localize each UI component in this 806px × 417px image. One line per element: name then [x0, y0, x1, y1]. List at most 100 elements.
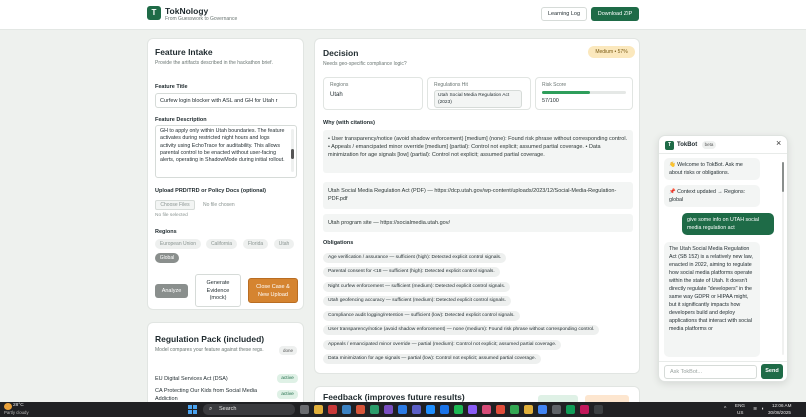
app-icon[interactable] [594, 405, 603, 414]
wifi-icon[interactable]: ≋ [753, 406, 757, 412]
obligation-chip: Utah geofencing accuracy — sufficient (m… [323, 296, 511, 306]
app-icon[interactable] [482, 405, 491, 414]
input-language[interactable]: ENG [735, 403, 745, 408]
chrome-icon[interactable] [510, 405, 519, 414]
app-icon[interactable] [566, 405, 575, 414]
app-icon[interactable] [342, 405, 351, 414]
textarea-scrollbar-thumb[interactable] [291, 149, 294, 159]
why-text: • User transparency/notice (avoid shadow… [323, 130, 633, 173]
region-chip-utah[interactable]: Utah [274, 239, 294, 249]
app-header: T TokNology From Guesswork to Governance… [0, 0, 806, 30]
beta-badge: beta [702, 141, 716, 149]
app-icon[interactable] [384, 405, 393, 414]
app-icon[interactable] [524, 405, 533, 414]
app-icon[interactable] [440, 405, 449, 414]
chat-input-divider [659, 361, 787, 362]
feature-description-label: Feature Description [155, 117, 207, 123]
tray-chevron-icon[interactable]: ^ [724, 406, 726, 412]
chat-message-bot: The Utah Social Media Regulation Act (SB… [664, 242, 760, 357]
generate-evidence-line2: Evidence [206, 287, 230, 294]
clock-time[interactable]: 12:06 AM [772, 403, 791, 408]
feedback-title: Feedback (improves future results) [323, 392, 465, 402]
feature-title-input[interactable]: Curfew login blocker with ASL and GH for… [155, 93, 297, 108]
decision-panel: Decision Needs geo-specific compliance l… [314, 38, 640, 374]
teams-icon[interactable] [412, 405, 421, 414]
app-icon[interactable] [552, 405, 561, 414]
task-view-icon[interactable] [300, 405, 309, 414]
close-case-line1: Close Case & [256, 284, 290, 290]
regulations-hit-label: Regulations Hit [434, 82, 468, 88]
regions-box-value: Utah [330, 92, 343, 98]
chat-input-placeholder: Ask TokBot... [670, 369, 702, 375]
app-icon[interactable] [538, 405, 547, 414]
input-region[interactable]: US [737, 410, 743, 415]
risk-score-track [542, 91, 626, 94]
taskbar-search-label: Search [219, 406, 237, 412]
app-logo: T [147, 6, 161, 20]
chat-send-button[interactable]: Send [761, 364, 783, 379]
spotify-icon[interactable] [454, 405, 463, 414]
close-case-button[interactable]: Close Case & New Upload [248, 278, 298, 303]
office-icon[interactable] [356, 405, 365, 414]
no-file-selected-text: No file selected [155, 213, 188, 218]
volume-icon[interactable]: ◖ [761, 406, 764, 412]
edge-icon[interactable] [370, 405, 379, 414]
obligation-chip: User transparency/notice (avoid shadow e… [323, 325, 600, 335]
app-icon[interactable] [580, 405, 589, 414]
chat-input[interactable]: Ask TokBot... [664, 365, 757, 379]
no-file-chosen-text: No file chosen [203, 202, 235, 208]
vscode-icon[interactable] [398, 405, 407, 414]
chat-message-user: give some info on UTAH social media regu… [682, 213, 774, 235]
decision-subtitle: Needs geo-specific compliance logic? [323, 61, 407, 67]
citation-1: Utah Social Media Regulation Act (PDF) —… [323, 182, 633, 209]
obligations-label: Obligations [323, 240, 354, 246]
risk-score-label: Risk Score [542, 82, 567, 88]
choose-files-button[interactable]: Choose Files [155, 200, 195, 210]
regulations-hit-box: Regulations Hit Utah Social Media Regula… [427, 77, 531, 110]
risk-score-fill [542, 91, 590, 94]
clock-date[interactable]: 30/08/2025 [768, 410, 791, 415]
regulation-item-name: CA Protecting Our Kids from Social Media… [155, 388, 258, 402]
regions-label: Regions [155, 229, 177, 235]
app-icon[interactable] [328, 405, 337, 414]
tokbot-chat-panel: T TokBot beta × 👋 Welcome to TokBot. Ask… [658, 135, 788, 382]
generate-evidence-line3: (mock) [209, 295, 227, 301]
chat-scrollbar-thumb[interactable] [782, 162, 784, 192]
app-icon[interactable] [426, 405, 435, 414]
file-explorer-icon[interactable] [314, 405, 323, 414]
taskbar-search[interactable]: ⌕ Search [203, 404, 295, 415]
obligation-chip: Age verification / assurance — sufficien… [323, 253, 507, 263]
analyze-button[interactable]: Analyze [155, 284, 188, 298]
app-icon[interactable] [468, 405, 477, 414]
region-chip-global[interactable]: Global [155, 253, 179, 263]
obligation-chip: Data minimization for age signals — part… [323, 354, 541, 364]
chat-message-bot: 📌 Context updated → Regions: global [664, 185, 760, 207]
feature-description-textarea[interactable]: GH to apply only within Utah boundaries.… [155, 125, 297, 178]
region-chip-european-union[interactable]: European Union [155, 239, 201, 249]
region-chip-california[interactable]: California [206, 239, 237, 249]
app-icon[interactable] [496, 405, 505, 414]
app-name: TokNology [165, 6, 209, 16]
decision-title: Decision [323, 48, 359, 58]
generate-evidence-button[interactable]: Generate Evidence (mock) [195, 274, 241, 307]
weather-desc[interactable]: Partly cloudy [4, 410, 29, 415]
feature-title-label: Feature Title [155, 84, 188, 90]
region-chip-florida[interactable]: Florida [243, 239, 268, 249]
close-icon[interactable]: × [776, 138, 781, 148]
close-case-line2: New Upload [258, 291, 288, 298]
weather-temp[interactable]: 28°C [13, 403, 24, 408]
regulation-pack-subtitle: Model compares your feature against thes… [155, 347, 264, 353]
regions-box: Regions Utah [323, 77, 423, 110]
feature-intake-subtitle: Provide the artifacts described in the h… [155, 60, 273, 66]
risk-score-box: Risk Score 57/100 [535, 77, 633, 110]
app-tagline: From Guesswork to Governance [165, 16, 238, 22]
regulation-item-name: EU Digital Services Act (DSA) [155, 376, 228, 382]
windows-start-icon[interactable] [188, 405, 197, 414]
citation-2: Utah program site — https://socialmedia.… [323, 214, 633, 232]
download-zip-button[interactable]: Download ZIP [591, 7, 639, 21]
learning-log-button[interactable]: Learning Log [541, 7, 587, 21]
windows-taskbar: 28°C Partly cloudy ⌕ Search ^ ENG US ≋ ◖… [0, 402, 806, 417]
risk-score-value: 57/100 [542, 98, 559, 104]
feature-intake-panel: Feature Intake Provide the artifacts des… [147, 38, 304, 310]
regulation-status-badge: active [277, 390, 298, 399]
